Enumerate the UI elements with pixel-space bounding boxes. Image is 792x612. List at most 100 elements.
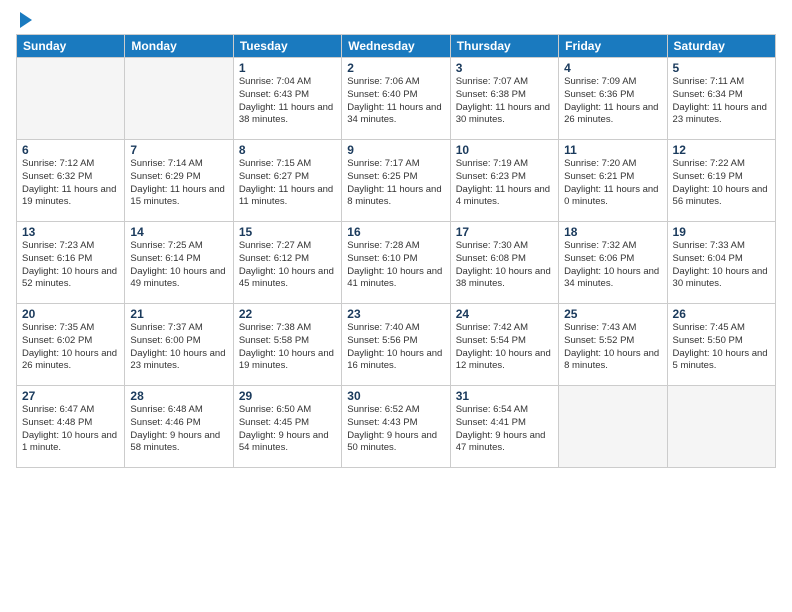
day-info: Sunrise: 7:37 AM Sunset: 6:00 PM Dayligh… (130, 322, 227, 373)
calendar-cell: 6Sunrise: 7:12 AM Sunset: 6:32 PM Daylig… (17, 140, 125, 222)
calendar-cell: 22Sunrise: 7:38 AM Sunset: 5:58 PM Dayli… (233, 304, 341, 386)
day-info: Sunrise: 7:33 AM Sunset: 6:04 PM Dayligh… (673, 240, 770, 291)
calendar-cell: 29Sunrise: 6:50 AM Sunset: 4:45 PM Dayli… (233, 386, 341, 468)
calendar-cell: 26Sunrise: 7:45 AM Sunset: 5:50 PM Dayli… (667, 304, 775, 386)
day-number: 27 (22, 389, 119, 403)
day-number: 28 (130, 389, 227, 403)
day-number: 20 (22, 307, 119, 321)
day-info: Sunrise: 7:45 AM Sunset: 5:50 PM Dayligh… (673, 322, 770, 373)
day-number: 15 (239, 225, 336, 239)
calendar-cell: 31Sunrise: 6:54 AM Sunset: 4:41 PM Dayli… (450, 386, 558, 468)
calendar-cell: 21Sunrise: 7:37 AM Sunset: 6:00 PM Dayli… (125, 304, 233, 386)
day-info: Sunrise: 7:43 AM Sunset: 5:52 PM Dayligh… (564, 322, 661, 373)
calendar-cell: 17Sunrise: 7:30 AM Sunset: 6:08 PM Dayli… (450, 222, 558, 304)
calendar-cell: 2Sunrise: 7:06 AM Sunset: 6:40 PM Daylig… (342, 58, 450, 140)
day-number: 7 (130, 143, 227, 157)
day-number: 23 (347, 307, 444, 321)
calendar-header-thursday: Thursday (450, 35, 558, 58)
day-info: Sunrise: 7:07 AM Sunset: 6:38 PM Dayligh… (456, 76, 553, 127)
calendar-cell (667, 386, 775, 468)
day-info: Sunrise: 7:38 AM Sunset: 5:58 PM Dayligh… (239, 322, 336, 373)
calendar-cell: 9Sunrise: 7:17 AM Sunset: 6:25 PM Daylig… (342, 140, 450, 222)
day-info: Sunrise: 7:20 AM Sunset: 6:21 PM Dayligh… (564, 158, 661, 209)
day-info: Sunrise: 7:30 AM Sunset: 6:08 PM Dayligh… (456, 240, 553, 291)
calendar-cell: 25Sunrise: 7:43 AM Sunset: 5:52 PM Dayli… (559, 304, 667, 386)
calendar-cell: 24Sunrise: 7:42 AM Sunset: 5:54 PM Dayli… (450, 304, 558, 386)
calendar-cell: 5Sunrise: 7:11 AM Sunset: 6:34 PM Daylig… (667, 58, 775, 140)
day-number: 13 (22, 225, 119, 239)
day-info: Sunrise: 7:09 AM Sunset: 6:36 PM Dayligh… (564, 76, 661, 127)
calendar-cell: 23Sunrise: 7:40 AM Sunset: 5:56 PM Dayli… (342, 304, 450, 386)
calendar-cell: 27Sunrise: 6:47 AM Sunset: 4:48 PM Dayli… (17, 386, 125, 468)
day-number: 30 (347, 389, 444, 403)
calendar-cell: 8Sunrise: 7:15 AM Sunset: 6:27 PM Daylig… (233, 140, 341, 222)
calendar-header-sunday: Sunday (17, 35, 125, 58)
calendar-header-tuesday: Tuesday (233, 35, 341, 58)
day-info: Sunrise: 7:25 AM Sunset: 6:14 PM Dayligh… (130, 240, 227, 291)
calendar-cell: 3Sunrise: 7:07 AM Sunset: 6:38 PM Daylig… (450, 58, 558, 140)
calendar-header-saturday: Saturday (667, 35, 775, 58)
calendar-header-friday: Friday (559, 35, 667, 58)
calendar-cell: 20Sunrise: 7:35 AM Sunset: 6:02 PM Dayli… (17, 304, 125, 386)
day-info: Sunrise: 7:12 AM Sunset: 6:32 PM Dayligh… (22, 158, 119, 209)
day-info: Sunrise: 6:50 AM Sunset: 4:45 PM Dayligh… (239, 404, 336, 455)
day-number: 5 (673, 61, 770, 75)
day-number: 9 (347, 143, 444, 157)
calendar-header-monday: Monday (125, 35, 233, 58)
day-number: 8 (239, 143, 336, 157)
day-info: Sunrise: 7:11 AM Sunset: 6:34 PM Dayligh… (673, 76, 770, 127)
calendar-table: SundayMondayTuesdayWednesdayThursdayFrid… (16, 34, 776, 468)
calendar-cell (125, 58, 233, 140)
calendar-cell (17, 58, 125, 140)
day-info: Sunrise: 7:42 AM Sunset: 5:54 PM Dayligh… (456, 322, 553, 373)
day-info: Sunrise: 6:54 AM Sunset: 4:41 PM Dayligh… (456, 404, 553, 455)
day-number: 12 (673, 143, 770, 157)
day-number: 18 (564, 225, 661, 239)
calendar-week-5: 27Sunrise: 6:47 AM Sunset: 4:48 PM Dayli… (17, 386, 776, 468)
day-number: 26 (673, 307, 770, 321)
calendar-cell: 13Sunrise: 7:23 AM Sunset: 6:16 PM Dayli… (17, 222, 125, 304)
day-info: Sunrise: 7:06 AM Sunset: 6:40 PM Dayligh… (347, 76, 444, 127)
calendar-cell: 16Sunrise: 7:28 AM Sunset: 6:10 PM Dayli… (342, 222, 450, 304)
day-info: Sunrise: 7:32 AM Sunset: 6:06 PM Dayligh… (564, 240, 661, 291)
day-info: Sunrise: 6:47 AM Sunset: 4:48 PM Dayligh… (22, 404, 119, 455)
day-info: Sunrise: 6:52 AM Sunset: 4:43 PM Dayligh… (347, 404, 444, 455)
day-number: 16 (347, 225, 444, 239)
day-number: 3 (456, 61, 553, 75)
calendar-cell: 19Sunrise: 7:33 AM Sunset: 6:04 PM Dayli… (667, 222, 775, 304)
calendar-cell: 7Sunrise: 7:14 AM Sunset: 6:29 PM Daylig… (125, 140, 233, 222)
day-number: 24 (456, 307, 553, 321)
logo-arrow-icon (20, 12, 32, 28)
day-number: 2 (347, 61, 444, 75)
calendar-header-row: SundayMondayTuesdayWednesdayThursdayFrid… (17, 35, 776, 58)
logo (16, 12, 32, 26)
day-number: 17 (456, 225, 553, 239)
day-info: Sunrise: 6:48 AM Sunset: 4:46 PM Dayligh… (130, 404, 227, 455)
day-number: 10 (456, 143, 553, 157)
day-number: 31 (456, 389, 553, 403)
day-info: Sunrise: 7:23 AM Sunset: 6:16 PM Dayligh… (22, 240, 119, 291)
day-number: 19 (673, 225, 770, 239)
day-info: Sunrise: 7:14 AM Sunset: 6:29 PM Dayligh… (130, 158, 227, 209)
day-info: Sunrise: 7:04 AM Sunset: 6:43 PM Dayligh… (239, 76, 336, 127)
calendar-week-4: 20Sunrise: 7:35 AM Sunset: 6:02 PM Dayli… (17, 304, 776, 386)
calendar-week-2: 6Sunrise: 7:12 AM Sunset: 6:32 PM Daylig… (17, 140, 776, 222)
day-number: 25 (564, 307, 661, 321)
day-number: 6 (22, 143, 119, 157)
day-number: 4 (564, 61, 661, 75)
day-number: 29 (239, 389, 336, 403)
calendar-header-wednesday: Wednesday (342, 35, 450, 58)
calendar-week-1: 1Sunrise: 7:04 AM Sunset: 6:43 PM Daylig… (17, 58, 776, 140)
day-number: 14 (130, 225, 227, 239)
calendar-cell: 18Sunrise: 7:32 AM Sunset: 6:06 PM Dayli… (559, 222, 667, 304)
day-info: Sunrise: 7:19 AM Sunset: 6:23 PM Dayligh… (456, 158, 553, 209)
day-info: Sunrise: 7:40 AM Sunset: 5:56 PM Dayligh… (347, 322, 444, 373)
calendar-cell: 15Sunrise: 7:27 AM Sunset: 6:12 PM Dayli… (233, 222, 341, 304)
day-info: Sunrise: 7:28 AM Sunset: 6:10 PM Dayligh… (347, 240, 444, 291)
day-number: 21 (130, 307, 227, 321)
day-info: Sunrise: 7:27 AM Sunset: 6:12 PM Dayligh… (239, 240, 336, 291)
day-info: Sunrise: 7:15 AM Sunset: 6:27 PM Dayligh… (239, 158, 336, 209)
calendar-cell: 28Sunrise: 6:48 AM Sunset: 4:46 PM Dayli… (125, 386, 233, 468)
calendar-cell: 30Sunrise: 6:52 AM Sunset: 4:43 PM Dayli… (342, 386, 450, 468)
calendar-cell: 14Sunrise: 7:25 AM Sunset: 6:14 PM Dayli… (125, 222, 233, 304)
